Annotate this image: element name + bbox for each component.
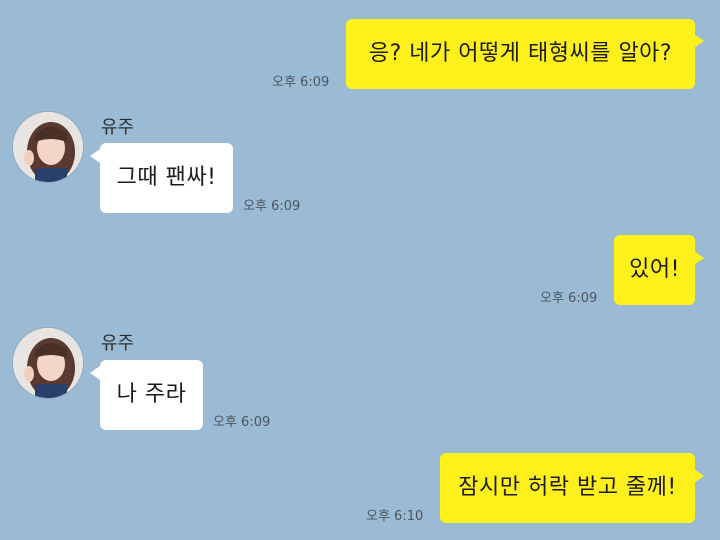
bubble-tail	[694, 469, 704, 483]
message-bubble[interactable]: 응? 네가 어떻게 태형씨를 알아?	[346, 19, 695, 89]
message-time: 오후 6:09	[540, 291, 598, 306]
sender-name: 유주	[101, 117, 135, 138]
message-bubble[interactable]: 그때 팬싸!	[100, 143, 233, 213]
message-bubble[interactable]: 있어!	[614, 235, 695, 305]
message-time: 오후 6:09	[243, 199, 301, 214]
message-time: 오후 6:10	[366, 509, 424, 524]
avatar[interactable]	[13, 328, 83, 398]
avatar-photo-icon	[13, 328, 83, 398]
bubble-tail	[694, 251, 704, 265]
bubble-tail	[90, 149, 100, 163]
message-bubble[interactable]: 잠시만 허락 받고 줄께!	[440, 453, 695, 523]
message-bubble[interactable]: 나 주라	[100, 360, 203, 430]
bubble-tail	[90, 366, 100, 380]
message-time: 오후 6:09	[272, 75, 330, 90]
chat-area: 오후 6:09 응? 네가 어떻게 태형씨를 알아? 유주 그때 팬싸! 오후 …	[0, 0, 720, 540]
message-time: 오후 6:09	[213, 415, 271, 430]
bubble-tail	[694, 34, 704, 48]
sender-name: 유주	[101, 333, 135, 354]
avatar[interactable]	[13, 112, 83, 182]
avatar-photo-icon	[13, 112, 83, 182]
